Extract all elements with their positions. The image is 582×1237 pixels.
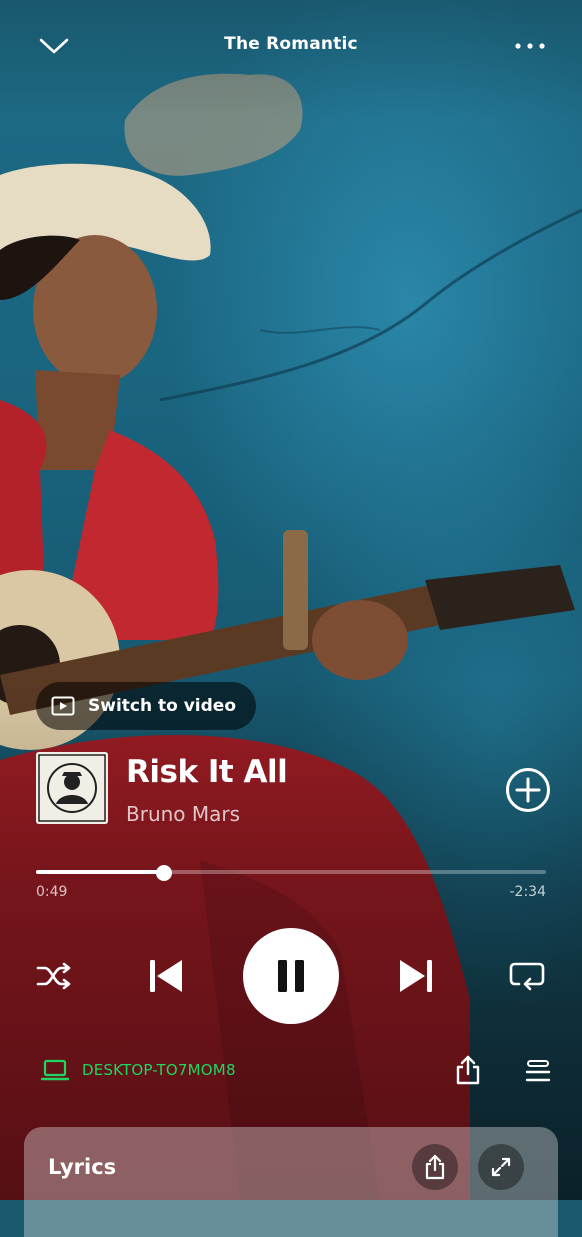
play-video-icon: [50, 696, 76, 716]
album-art[interactable]: [36, 752, 108, 824]
remaining-time: -2:34: [509, 884, 547, 900]
pause-icon: [278, 960, 304, 992]
track-artist[interactable]: Bruno Mars: [126, 802, 240, 826]
pause-button[interactable]: [243, 928, 339, 1024]
connected-device-name[interactable]: DESKTOP-TO7MOM8: [82, 1061, 236, 1079]
switch-to-video-button[interactable]: Switch to video: [36, 682, 257, 730]
skip-next-icon[interactable]: [394, 954, 438, 998]
repeat-icon[interactable]: [506, 958, 548, 994]
skip-previous-icon[interactable]: [144, 954, 188, 998]
playlist-title: The Romantic: [224, 34, 358, 54]
playback-progress-bar[interactable]: [36, 865, 546, 881]
now-playing-track: Risk It All Bruno Mars: [36, 752, 552, 832]
track-title[interactable]: Risk It All: [126, 754, 288, 790]
player-header: The Romantic: [0, 0, 582, 90]
more-dots-icon[interactable]: [512, 34, 548, 58]
progress-fill: [36, 870, 164, 874]
share-icon[interactable]: [452, 1054, 484, 1086]
queue-icon[interactable]: [522, 1056, 554, 1086]
device-row: DESKTOP-TO7MOM8: [0, 1050, 582, 1090]
switch-to-video-label: Switch to video: [88, 696, 237, 716]
playback-controls: [0, 928, 582, 1024]
elapsed-time: 0:49: [36, 884, 68, 900]
lyrics-share-icon[interactable]: [412, 1144, 458, 1190]
plus-circle-icon[interactable]: [504, 766, 552, 814]
lyrics-title: Lyrics: [48, 1155, 117, 1179]
expand-icon[interactable]: [478, 1144, 524, 1190]
shuffle-icon[interactable]: [34, 958, 74, 994]
progress-handle[interactable]: [155, 865, 172, 881]
laptop-icon[interactable]: [40, 1057, 70, 1083]
lyrics-panel[interactable]: Lyrics: [24, 1127, 558, 1237]
